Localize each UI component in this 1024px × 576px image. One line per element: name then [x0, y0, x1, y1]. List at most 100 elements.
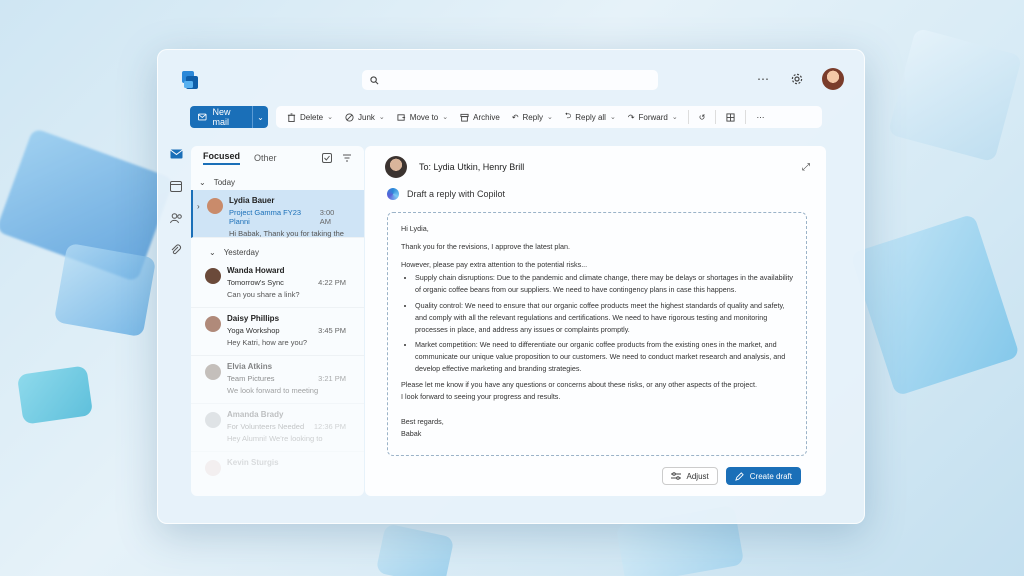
mail-sender: Wanda Howard	[227, 266, 285, 275]
risk-item: Quality control: We need to ensure that …	[415, 300, 793, 335]
reply-all-label: Reply all	[575, 112, 606, 122]
group-label: Yesterday	[223, 247, 259, 257]
delete-button[interactable]: Delete ⌄	[282, 106, 338, 128]
avatar	[205, 460, 221, 476]
mail-time: 3:45 PM	[318, 326, 346, 335]
bg-glass-shape	[887, 27, 1023, 163]
mail-sender: Amanda Brady	[227, 410, 284, 419]
chevron-down-icon: ⌄	[199, 177, 206, 187]
message-list: Focused Other ⌄ Today › Lydia Bauer Proj…	[191, 146, 364, 496]
filter-icon[interactable]	[342, 153, 352, 163]
reply-icon: ↶	[511, 112, 519, 122]
undo-button[interactable]: ↺	[694, 106, 711, 128]
list-item[interactable]: Daisy Phillips Yoga Workshop 3:45 PM Hey …	[191, 308, 364, 356]
mail-sender: Kevin Sturgis	[227, 458, 279, 467]
new-mail-dropdown[interactable]: ⌄	[252, 106, 268, 128]
list-item[interactable]: Amanda Brady For Volunteers Needed 12:36 …	[191, 404, 364, 452]
layout-button[interactable]	[721, 106, 740, 128]
trash-icon	[287, 112, 296, 122]
list-item[interactable]: › Lydia Bauer Project Gamma FY23 Planni 3…	[191, 190, 364, 238]
adjust-button[interactable]: Adjust	[661, 467, 718, 485]
reply-all-button[interactable]: ⮌ Reply all ⌄	[560, 106, 621, 128]
mail-time: 3:00 AM	[319, 208, 335, 226]
avatar	[205, 412, 221, 428]
adjust-label: Adjust	[686, 471, 709, 481]
toolbar-more-button[interactable]: ⋯	[751, 106, 769, 128]
sliders-icon	[670, 472, 681, 480]
draft-closing: Best regards,	[401, 417, 444, 427]
draft-paragraph: I look forward to seeing your progress a…	[401, 391, 561, 401]
draft-paragraph: However, please pay extra attention to t…	[401, 259, 588, 269]
search-input[interactable]	[384, 74, 644, 86]
avatar	[205, 364, 221, 380]
move-to-label: Move to	[409, 112, 439, 122]
mail-time: 12:36 PM	[313, 422, 346, 431]
pop-out-icon[interactable]: ⤢	[802, 162, 810, 173]
mail-preview: Hi Babak, Thank you for taking the	[229, 229, 344, 238]
mail-subject: Project Gamma FY23 Planni	[229, 208, 302, 226]
undo-icon: ↺	[698, 112, 706, 122]
user-avatar[interactable]	[822, 68, 844, 90]
chevron-down-icon: ⌄	[442, 114, 449, 121]
group-header-yesterday[interactable]: ⌄ Yesterday	[191, 244, 364, 260]
risk-list: Supply chain disruptions: Due to the pan…	[415, 272, 793, 374]
new-mail-split-button: New mail ⌄	[190, 106, 268, 128]
more-options-icon[interactable]: ⋯	[754, 70, 772, 88]
mail-preview: Can you share a link?	[227, 290, 300, 299]
draft-signature: Babak	[401, 429, 422, 439]
bg-glass-shape	[53, 242, 157, 338]
bg-glass-shape	[16, 365, 94, 425]
chevron-down-icon: ⌄	[378, 114, 385, 121]
tab-focused[interactable]: Focused	[203, 151, 241, 165]
forward-label: Forward	[638, 112, 668, 122]
list-item[interactable]: Kevin Sturgis	[191, 452, 364, 496]
delete-label: Delete	[300, 112, 324, 122]
mail-icon	[198, 113, 207, 121]
forward-button[interactable]: ↷ Forward ⌄	[623, 106, 683, 128]
archive-label: Archive	[473, 112, 500, 122]
search-box[interactable]	[362, 70, 658, 90]
mail-sender: Daisy Phillips	[227, 314, 280, 323]
list-item[interactable]: Wanda Howard Tomorrow's Sync 4:22 PM Can …	[191, 260, 364, 308]
outlook-window: ⋯ New mail ⌄ Delete ⌄ Junk ⌄ Move to ⌄ A…	[157, 49, 865, 524]
avatar	[205, 316, 221, 332]
avatar	[207, 198, 223, 214]
more-options-icon: ⋯	[756, 112, 765, 122]
mail-preview: Hey Alumni! We're looking to	[227, 434, 323, 443]
group-header-today[interactable]: ⌄ Today	[191, 174, 364, 190]
chevron-right-icon: ›	[197, 202, 200, 211]
mail-subject: Tomorrow's Sync	[227, 278, 284, 287]
recipients-line[interactable]: To: Lydia Utkin, Henry Brill	[419, 162, 524, 172]
reply-button[interactable]: ↶ Reply ⌄	[507, 106, 558, 128]
attachment-icon[interactable]	[168, 242, 184, 258]
calendar-icon[interactable]	[168, 178, 184, 194]
people-icon[interactable]	[168, 210, 184, 226]
archive-icon	[460, 113, 469, 122]
toolbar-divider	[745, 110, 747, 124]
forward-icon: ↷	[627, 112, 635, 122]
move-to-button[interactable]: Move to ⌄	[392, 106, 453, 128]
block-icon	[345, 112, 354, 122]
toolbar-divider	[715, 110, 717, 124]
select-checkbox-icon[interactable]	[322, 153, 332, 163]
mail-time: 3:21 PM	[318, 374, 346, 383]
tab-other[interactable]: Other	[254, 153, 277, 163]
risk-item: Supply chain disruptions: Due to the pan…	[415, 272, 793, 296]
archive-button[interactable]: Archive	[455, 106, 505, 128]
mail-time: 4:22 PM	[318, 278, 346, 287]
new-mail-button[interactable]: New mail	[190, 106, 252, 128]
draft-paragraph: Please let me know if you have any quest…	[401, 379, 757, 389]
junk-button[interactable]: Junk ⌄	[340, 106, 390, 128]
create-draft-button[interactable]: Create draft	[725, 467, 801, 485]
list-item[interactable]: Elvia Atkins Team Pictures 3:21 PM We loo…	[191, 356, 364, 404]
bg-glass-shape	[850, 213, 1020, 397]
chevron-down-icon: ⌄	[257, 112, 264, 122]
gear-icon[interactable]	[788, 70, 806, 88]
draft-body[interactable]: Hi Lydia, Thank you for the revisions, I…	[387, 212, 807, 456]
pen-icon	[734, 471, 744, 481]
mail-rail-icon[interactable]	[168, 146, 184, 162]
copilot-prompt[interactable]: Draft a reply with Copilot	[387, 188, 505, 200]
mail-preview: Hey Katri, how are you?	[227, 338, 308, 347]
reading-pane: To: Lydia Utkin, Henry Brill ⤢ Draft a r…	[365, 146, 826, 496]
chevron-down-icon: ⌄	[209, 247, 216, 257]
